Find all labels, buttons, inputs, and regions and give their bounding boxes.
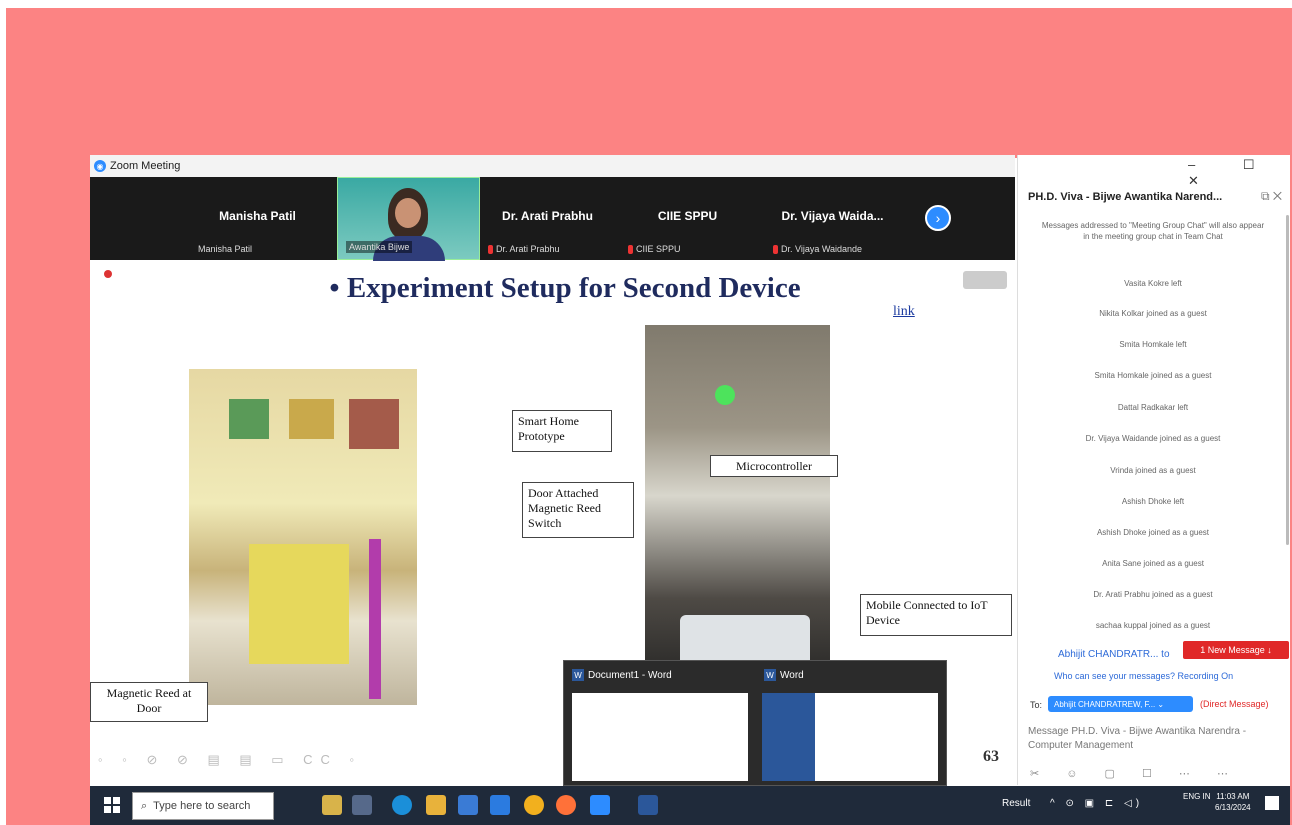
slide-link[interactable]: link	[893, 304, 915, 320]
search-placeholder: Type here to search	[153, 800, 251, 812]
word-taskbar-icon[interactable]	[638, 795, 658, 815]
chat-event: sachaa kuppal joined as a guest	[1095, 621, 1211, 630]
clock-date: 6/13/2024	[1215, 803, 1251, 813]
zoom-title-bar: ◉ Zoom Meeting	[90, 155, 1015, 177]
direct-message-tag: (Direct Message)	[1200, 699, 1269, 709]
mic-muted-icon	[773, 244, 778, 254]
news-widget-icon[interactable]	[322, 795, 342, 815]
chevron-right-icon: ›	[935, 210, 941, 226]
clock-time: 11:03 AM	[1216, 792, 1250, 801]
chat-title: PH.D. Viva - Bijwe Awantika Narend...	[1028, 191, 1223, 203]
edge-icon[interactable]	[392, 795, 412, 815]
frame-top-band	[6, 8, 1292, 158]
windows-taskbar: ⌕ Type here to search Result ^ ⊙ ▣ ⊏ ◁) …	[90, 786, 1290, 825]
notification-icon[interactable]	[1265, 796, 1279, 810]
chat-sender: Abhijit CHANDRATR... to	[1058, 649, 1170, 660]
chat-event: Smita Homkale left	[1119, 340, 1187, 349]
participant-tile[interactable]: Dr. Vijaya Waida... Dr. Vijaya Waidande	[765, 177, 900, 260]
chat-event: Ashish Dhoke joined as a guest	[1096, 528, 1210, 537]
search-icon: ⌕	[141, 799, 148, 812]
chat-event: Dattal Radkakar left	[1117, 403, 1189, 412]
window-controls[interactable]: – ☐ ✕	[1188, 157, 1290, 189]
annotation-toolbar[interactable]: ◦ ◦ ⊘ ⊘ ▤ ▤ ▭ CC ◦	[98, 752, 362, 768]
chrome-icon[interactable]	[524, 795, 544, 815]
participant-name: Dr. Arati Prabhu	[502, 209, 593, 223]
to-label: To:	[1030, 700, 1043, 710]
participant-tile[interactable]: Manisha Patil Manisha Patil	[190, 177, 325, 260]
participant-label: Dr. Arati Prabhu	[488, 244, 560, 254]
word-icon: W	[764, 669, 776, 681]
prototype-photo	[189, 369, 417, 705]
participant-tile[interactable]: Dr. Arati Prabhu Dr. Arati Prabhu	[480, 177, 615, 260]
next-page-button[interactable]: ›	[925, 205, 951, 231]
view-options-button[interactable]	[963, 271, 1007, 289]
chat-event: Ashish Dhoke left	[1121, 497, 1185, 506]
slide-number: 63	[983, 748, 999, 765]
top-margin	[0, 0, 1292, 8]
preview-thumb-document1[interactable]	[572, 693, 748, 781]
participant-name: Dr. Vijaya Waida...	[781, 209, 884, 223]
participant-tile[interactable]: CIIE SPPU CIIE SPPU	[620, 177, 755, 260]
zoom-logo-icon: ◉	[94, 160, 106, 172]
frame-left-band	[6, 150, 90, 825]
participant-face-skin	[395, 198, 421, 228]
zoom-taskbar-icon[interactable]	[590, 795, 610, 815]
mic-muted-icon	[488, 244, 493, 254]
chat-panel: – ☐ ✕ PH.D. Viva - Bijwe Awantika Narend…	[1017, 155, 1290, 785]
popout-close-icon[interactable]: ⧉ ✕	[1261, 189, 1282, 204]
recording-icon	[104, 270, 112, 278]
participant-name: CIIE SPPU	[657, 209, 718, 223]
chat-event: Smita Homkale joined as a guest	[1094, 371, 1212, 380]
chat-event: Dr. Vijaya Waidande joined as a guest	[1085, 434, 1221, 443]
chat-tools[interactable]: ✂ ☺ ▢ ☐ ⋯ ⋯	[1030, 767, 1240, 780]
chat-event: Anita Sane joined as a guest	[1102, 559, 1204, 568]
chat-event: Dr. Arati Prabhu joined as a guest	[1093, 590, 1213, 599]
preview-thumb-word[interactable]	[762, 693, 938, 781]
participant-gallery: Manisha Patil Manisha Patil Awantika Bij…	[90, 177, 1015, 261]
participant-video-tile[interactable]: Awantika Bijwe	[337, 177, 480, 261]
callout-microcontroller: Microcontroller	[710, 455, 838, 477]
store-icon[interactable]	[458, 795, 478, 815]
callout-door-reed: Door Attached Magnetic Reed Switch	[522, 482, 634, 538]
recipient-select[interactable]: Abhijit CHANDRATREW, F... ⌄	[1048, 696, 1193, 712]
mail-icon[interactable]	[490, 795, 510, 815]
file-explorer-icon[interactable]	[426, 795, 446, 815]
task-view-icon[interactable]	[352, 795, 372, 815]
preview-word[interactable]: W Word	[764, 669, 804, 681]
chat-event: Vasita Kokre left	[1124, 279, 1182, 288]
slide-title: • Experiment Setup for Second Device	[329, 272, 801, 304]
microcontroller-photo	[645, 325, 830, 667]
message-input[interactable]: Message PH.D. Viva - Bijwe Awantika Nare…	[1028, 725, 1286, 752]
result-item[interactable]: Result	[1002, 798, 1030, 809]
callout-magnetic-door: Magnetic Reed at Door	[90, 682, 208, 722]
language-indicator[interactable]: ENG IN	[1183, 791, 1211, 802]
callout-smart-home: Smart Home Prototype	[512, 410, 612, 452]
participant-label: CIIE SPPU	[628, 244, 681, 254]
windows-start-icon[interactable]	[104, 797, 120, 813]
firefox-icon[interactable]	[556, 795, 576, 815]
callout-mobile: Mobile Connected to IoT Device	[860, 594, 1012, 636]
clock[interactable]: 11:03 AM 6/13/2024	[1215, 791, 1251, 813]
word-icon: W	[572, 669, 584, 681]
chat-visibility-note[interactable]: Who can see your messages? Recording On	[1054, 671, 1233, 681]
new-message-button[interactable]: 1 New Message ↓	[1183, 641, 1289, 659]
participant-label: Dr. Vijaya Waidande	[773, 244, 862, 254]
chat-event: Vrinda joined as a guest	[1110, 466, 1196, 475]
participant-label: Awantika Bijwe	[346, 241, 413, 253]
preview-document1[interactable]: W Document1 - Word	[572, 669, 672, 681]
chat-event: Nikita Kolkar joined as a guest	[1099, 309, 1207, 318]
chat-scrollbar[interactable]	[1286, 215, 1289, 545]
mic-muted-icon	[628, 244, 633, 254]
taskbar-search[interactable]: ⌕ Type here to search	[132, 792, 274, 820]
participant-name: Manisha Patil	[219, 209, 296, 223]
chat-info: Messages addressed to "Meeting Group Cha…	[1041, 221, 1265, 241]
system-tray[interactable]: ^ ⊙ ▣ ⊏ ◁)	[1050, 798, 1143, 809]
taskbar-preview-popup: W Document1 - Word W Word	[563, 660, 947, 786]
window-title: Zoom Meeting	[110, 160, 181, 172]
participant-label: Manisha Patil	[198, 244, 253, 254]
